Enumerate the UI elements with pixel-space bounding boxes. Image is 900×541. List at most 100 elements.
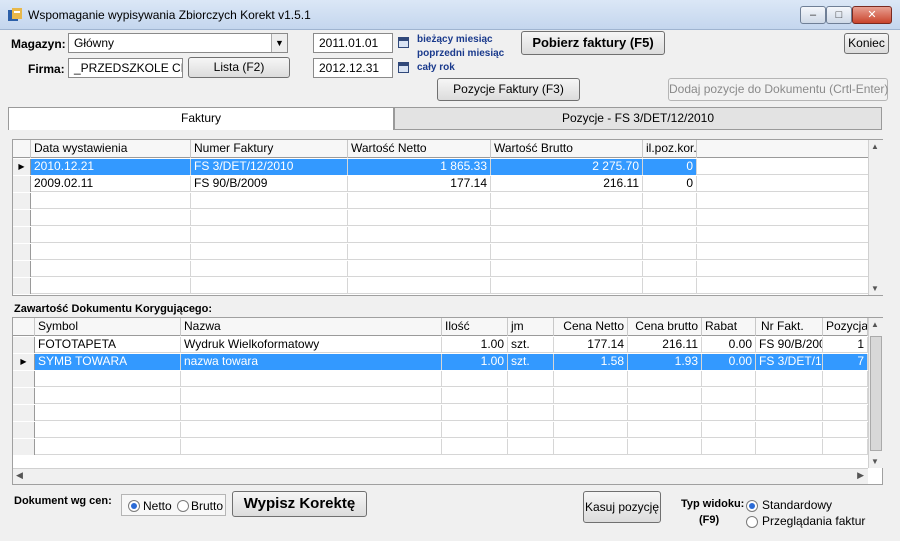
table-cell[interactable] <box>181 439 442 455</box>
table-cell[interactable] <box>191 261 348 277</box>
view-browse-label[interactable]: Przeglądania faktur <box>762 514 865 528</box>
table-cell[interactable]: szt. <box>508 354 554 370</box>
table-cell[interactable] <box>191 278 348 294</box>
lista-button[interactable]: Lista (F2) <box>188 57 290 78</box>
kasuj-pozycje-button[interactable]: Kasuj pozycję <box>583 491 661 523</box>
table-cell[interactable]: 0.00 <box>702 354 756 370</box>
table-cell[interactable]: 1.58 <box>554 354 628 370</box>
table-cell[interactable]: 1 865.33 <box>348 159 491 175</box>
table-cell[interactable] <box>35 422 181 438</box>
scroll-down-icon[interactable]: ▼ <box>871 284 879 293</box>
firma-field[interactable]: _PRZEDSZKOLE CH <box>68 58 183 78</box>
koniec-button[interactable]: Koniec <box>844 33 889 54</box>
column-header[interactable]: Data wystawienia <box>31 140 191 158</box>
table-cell[interactable] <box>31 227 191 243</box>
brutto-radio[interactable] <box>177 500 189 512</box>
table-cell[interactable] <box>442 371 508 387</box>
table-cell[interactable] <box>348 210 491 226</box>
table-cell[interactable] <box>643 244 697 260</box>
table-cell[interactable]: szt. <box>508 337 554 353</box>
table-cell[interactable] <box>348 278 491 294</box>
row-indicator[interactable] <box>13 405 35 421</box>
table-row[interactable] <box>13 405 868 421</box>
table-cell[interactable]: FS 3/DET/12/2010 <box>191 159 348 175</box>
table-cell[interactable] <box>702 405 756 421</box>
table-cell[interactable]: 2010.12.21 <box>31 159 191 175</box>
table-cell[interactable] <box>491 227 643 243</box>
table-cell[interactable]: 7 <box>823 354 868 370</box>
table-cell[interactable] <box>508 371 554 387</box>
row-indicator[interactable] <box>13 261 31 277</box>
table-cell[interactable] <box>191 193 348 209</box>
table-cell[interactable] <box>756 405 823 421</box>
table-cell[interactable] <box>628 388 702 404</box>
table-cell[interactable] <box>643 193 697 209</box>
table-cell[interactable] <box>35 371 181 387</box>
row-pointer-icon[interactable]: ▶ <box>13 159 31 175</box>
scroll-up-icon[interactable]: ▲ <box>871 320 879 329</box>
table-row[interactable]: ▶ SYMB TOWARA nazwa towara 1.00 szt. 1.58 1.93… <box>13 354 868 370</box>
table-cell[interactable] <box>191 244 348 260</box>
table-cell[interactable]: FS 90/B/2009 <box>756 337 823 353</box>
table-cell[interactable]: 1.93 <box>628 354 702 370</box>
table-cell[interactable] <box>491 210 643 226</box>
table-cell[interactable] <box>442 439 508 455</box>
table-cell[interactable] <box>181 388 442 404</box>
range-previous-month-link[interactable]: poprzedni miesiąc <box>417 48 504 59</box>
table-cell[interactable] <box>348 261 491 277</box>
table-cell[interactable] <box>31 278 191 294</box>
table-cell[interactable]: 0 <box>643 176 697 192</box>
table-row[interactable]: FOTOTAPETA Wydruk Wielkoformatowy 1.00 szt.… <box>13 337 868 353</box>
table-cell[interactable] <box>35 388 181 404</box>
table-cell[interactable] <box>491 244 643 260</box>
maximize-button[interactable]: □ <box>826 6 852 24</box>
table-cell[interactable] <box>756 422 823 438</box>
magazyn-select[interactable]: Główny ▼ <box>68 33 288 53</box>
table-cell[interactable] <box>554 371 628 387</box>
table-cell[interactable] <box>35 405 181 421</box>
table-cell[interactable] <box>823 371 868 387</box>
row-indicator[interactable] <box>13 278 31 294</box>
minimize-button[interactable]: – <box>800 6 826 24</box>
table-cell[interactable] <box>191 227 348 243</box>
table-cell[interactable] <box>508 388 554 404</box>
row-indicator[interactable] <box>13 210 31 226</box>
scroll-down-icon[interactable]: ▼ <box>871 457 879 466</box>
table-cell[interactable] <box>508 422 554 438</box>
column-header[interactable]: Nr Fakt. <box>756 318 823 336</box>
table-cell[interactable]: 2009.02.11 <box>31 176 191 192</box>
table-cell[interactable] <box>823 439 868 455</box>
row-indicator[interactable] <box>13 371 35 387</box>
table-cell[interactable] <box>348 193 491 209</box>
table-cell[interactable] <box>554 388 628 404</box>
table-row[interactable]: 2009.02.11 FS 90/B/2009 177.14 216.11 0 <box>13 176 868 192</box>
row-indicator[interactable] <box>13 176 31 192</box>
range-whole-year-link[interactable]: cały rok <box>417 62 455 73</box>
table-cell[interactable] <box>35 439 181 455</box>
scroll-up-icon[interactable]: ▲ <box>871 142 879 151</box>
table-cell[interactable] <box>508 439 554 455</box>
table-cell[interactable] <box>702 388 756 404</box>
table-cell[interactable] <box>491 261 643 277</box>
table-cell[interactable] <box>348 244 491 260</box>
column-header[interactable]: Wartość Brutto <box>491 140 643 158</box>
netto-radio[interactable] <box>128 500 140 512</box>
table-cell[interactable]: 1.00 <box>442 337 508 353</box>
table-cell[interactable] <box>31 244 191 260</box>
table-cell[interactable] <box>628 439 702 455</box>
table-cell[interactable]: 216.11 <box>628 337 702 353</box>
table-cell[interactable]: 0.00 <box>702 337 756 353</box>
table-cell[interactable] <box>756 388 823 404</box>
table-cell[interactable] <box>554 405 628 421</box>
table-cell[interactable] <box>823 422 868 438</box>
correction-vscroll[interactable]: ▲ ▼ <box>868 318 883 468</box>
table-cell[interactable] <box>643 278 697 294</box>
row-indicator[interactable] <box>13 337 35 353</box>
table-cell[interactable] <box>756 371 823 387</box>
table-cell[interactable] <box>508 405 554 421</box>
table-row[interactable] <box>13 388 868 404</box>
table-cell[interactable] <box>643 227 697 243</box>
tab-pozycje[interactable]: Pozycje - FS 3/DET/12/2010 <box>394 107 882 130</box>
table-cell[interactable] <box>643 261 697 277</box>
table-row[interactable] <box>13 193 868 209</box>
